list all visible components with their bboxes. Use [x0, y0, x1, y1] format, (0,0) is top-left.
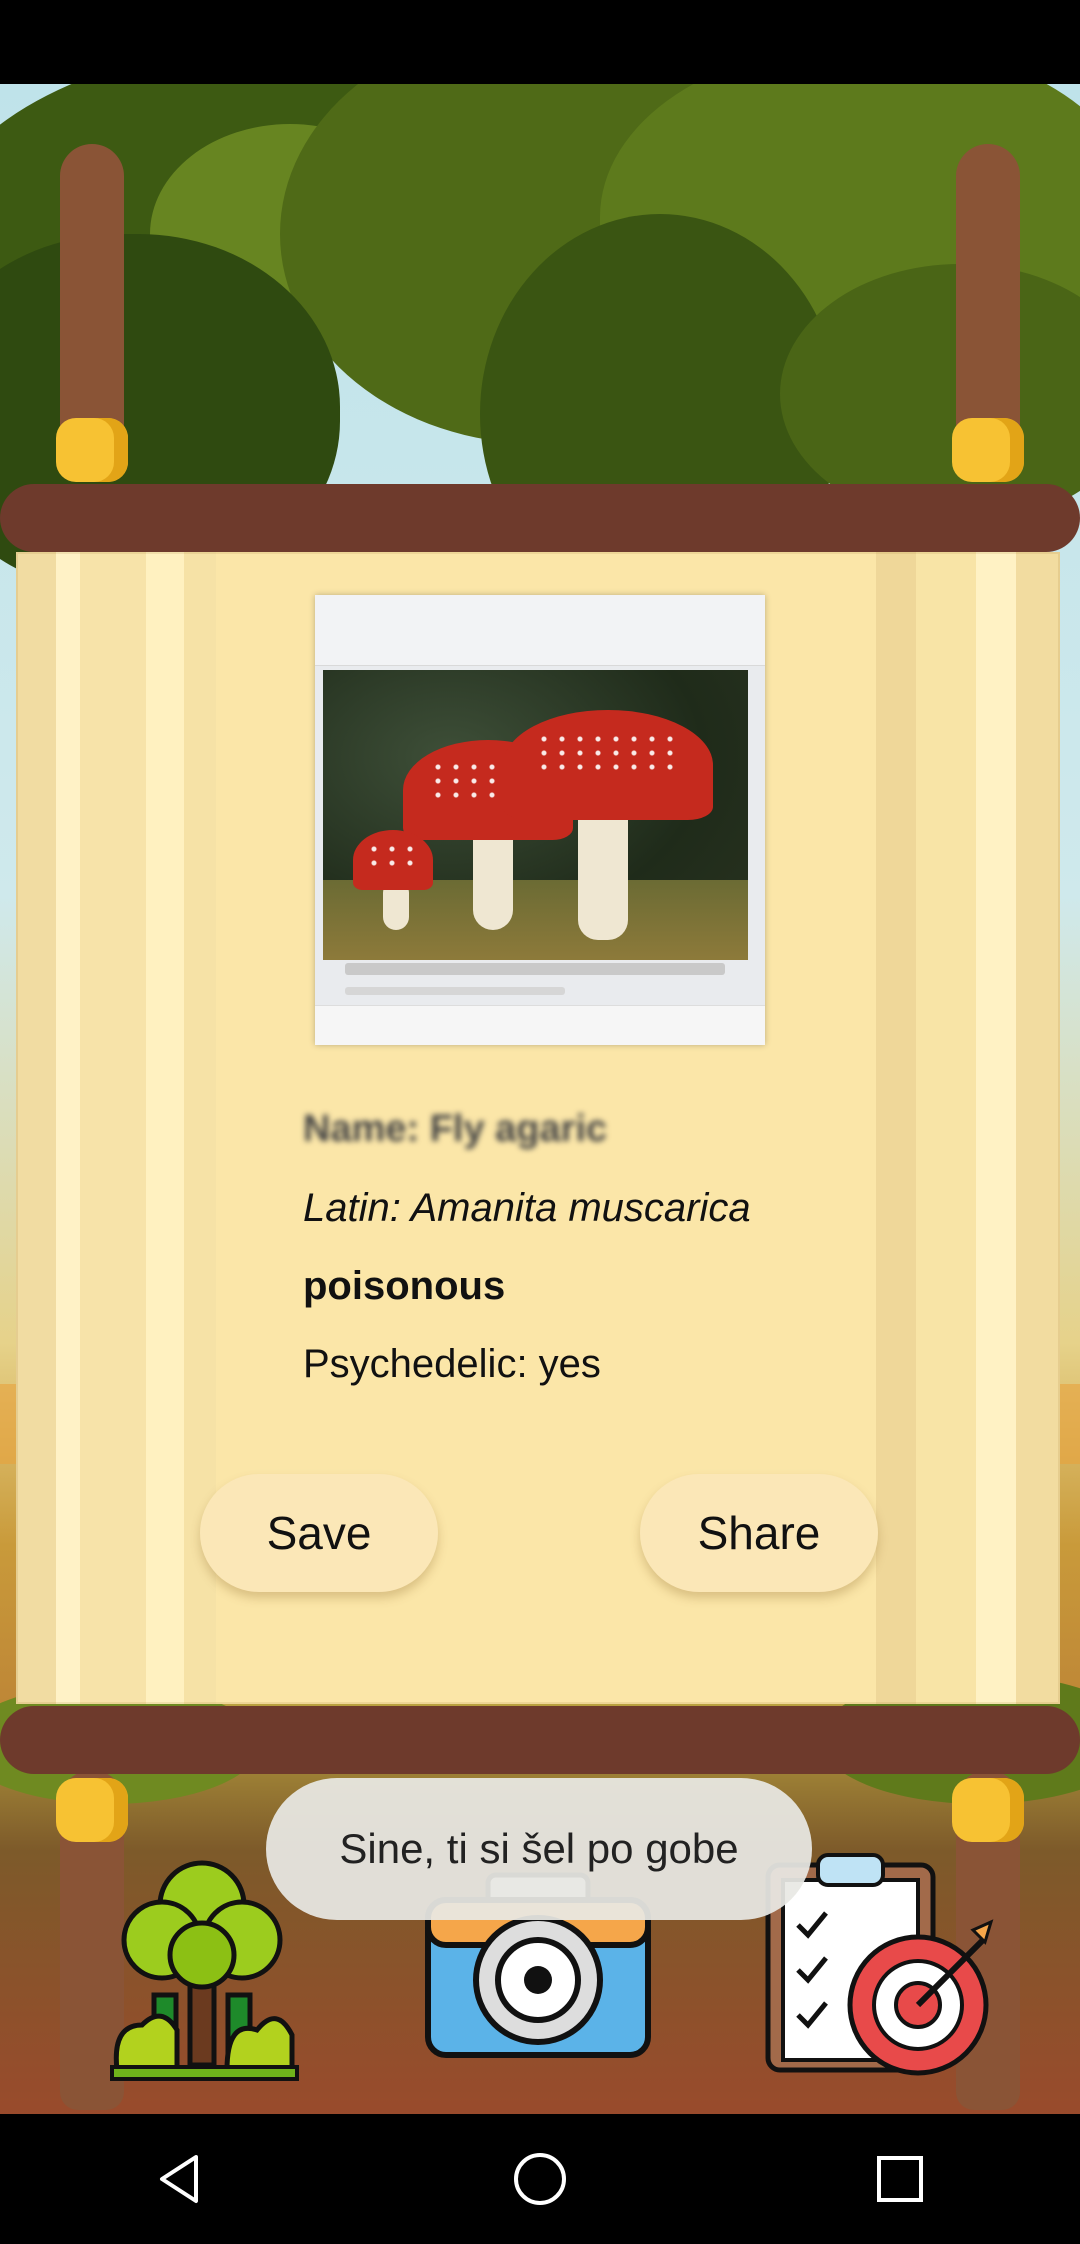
status-bar — [0, 0, 1080, 84]
scroll-ring — [952, 1778, 1024, 1842]
back-icon[interactable] — [120, 2119, 240, 2239]
system-navigation-bar — [0, 2114, 1080, 2244]
save-button[interactable]: Save — [200, 1474, 438, 1592]
scroll-rod-top — [0, 484, 1080, 552]
toxicity-label: poisonous — [303, 1264, 506, 1308]
home-icon[interactable] — [480, 2119, 600, 2239]
scroll-handle-top-right — [956, 144, 1020, 444]
toast-message: Sine, ti si šel po gobe — [266, 1778, 812, 1920]
latin-name: Latin: Amanita muscarica — [303, 1186, 751, 1230]
scroll-rod-bottom — [0, 1706, 1080, 1774]
scroll-ring — [56, 418, 128, 482]
scroll-ring — [952, 418, 1024, 482]
mushroom-name: Name: Fly agaric — [303, 1108, 608, 1150]
recents-icon[interactable] — [840, 2119, 960, 2239]
mushroom-photo — [315, 595, 765, 1045]
scroll-handle-top-left — [60, 144, 124, 444]
psychedelic-label: Psychedelic: yes — [303, 1342, 601, 1386]
scroll-ring — [56, 1778, 128, 1842]
share-button[interactable]: Share — [640, 1474, 878, 1592]
